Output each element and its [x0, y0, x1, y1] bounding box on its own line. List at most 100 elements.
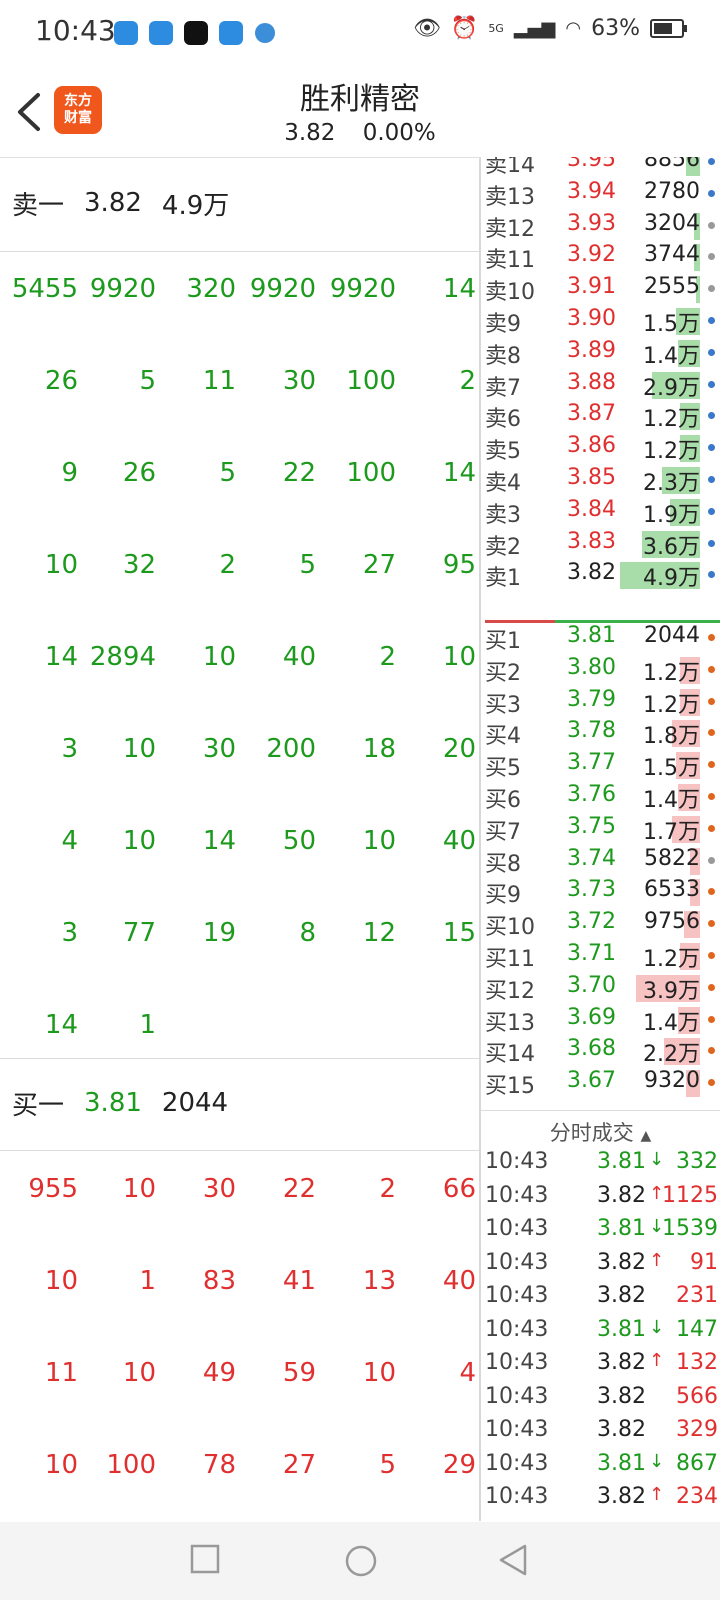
sells-level-row[interactable]: 卖5 3.86 1.2万 — [481, 433, 720, 464]
browser-icon — [255, 23, 275, 43]
trade-time: 10:43 — [485, 1216, 549, 1241]
sells-level-row[interactable]: 卖14 3.95 8856 — [481, 157, 720, 178]
sells-level-row[interactable]: 卖9 3.90 1.5万 — [481, 306, 720, 337]
sells-level-row[interactable]: 卖7 3.88 2.9万 — [481, 370, 720, 401]
cloud-app-icon — [149, 21, 173, 45]
order-dot-icon — [708, 761, 715, 769]
trade-price: 3.81 — [597, 1316, 646, 1342]
caret-up-icon: ▲ — [640, 1128, 652, 1144]
buys-level-row[interactable]: 买13 3.69 1.4万 — [481, 1005, 720, 1036]
buys-level-row[interactable]: 买1 3.81 2044 — [481, 623, 720, 654]
sells-level-price: 3.93 — [567, 210, 616, 236]
tick-trades[interactable]: 分时成交 ▲ 10:43 3.81 ↓ 332 10:43 3.82 ↑ 1125 10:43 3… — [481, 1110, 720, 1521]
sells-level-row[interactable]: 卖12 3.93 3204 — [481, 211, 720, 242]
sells-level-label: 卖4 — [485, 471, 521, 496]
sell-queue-row: 3 10 30 200 18 20 — [0, 734, 479, 774]
sells-level-row[interactable]: 卖8 3.89 1.4万 — [481, 338, 720, 369]
trade-volume: 867 — [676, 1450, 718, 1476]
buys-level-row[interactable]: 买12 3.70 3.9万 — [481, 973, 720, 1004]
order-dot-icon — [708, 158, 715, 165]
sell-order-size: 50 — [282, 826, 316, 856]
trade-row: 10:43 3.82 ↑ 1125 — [485, 1183, 720, 1213]
back-nav-icon[interactable] — [498, 1544, 528, 1576]
queue-panel[interactable]: 卖一 3.82 4.9万 5455 9920 320 9920 9920 14 26 5 11 3… — [0, 157, 481, 1521]
trade-volume: 91 — [690, 1249, 718, 1275]
order-dot-icon — [708, 476, 715, 483]
alarm-icon: ⏰ — [450, 16, 479, 41]
order-dot-icon — [708, 729, 715, 737]
sells-level-row[interactable]: 卖6 3.87 1.2万 — [481, 401, 720, 432]
buy-order-size: 29 — [442, 1450, 476, 1480]
recents-icon[interactable] — [190, 1544, 220, 1574]
sell-order-size: 320 — [186, 274, 236, 304]
sells-level-row[interactable]: 卖2 3.83 3.6万 — [481, 529, 720, 560]
home-icon[interactable] — [344, 1544, 378, 1578]
trades-header[interactable]: 分时成交 ▲ — [481, 1117, 720, 1147]
buys-level-volume: 1.2万 — [643, 660, 700, 686]
trade-price: 3.82 — [597, 1350, 646, 1375]
tiktok-icon — [184, 21, 208, 45]
buy-order-size: 1 — [139, 1266, 156, 1296]
buys-level-row[interactable]: 买8 3.74 5822 — [481, 846, 720, 877]
arrow-up-icon: ↑ — [649, 1484, 665, 1505]
buys-level-row[interactable]: 买15 3.67 9320 — [481, 1068, 720, 1099]
sell-order-size: 14 — [442, 458, 476, 488]
buys-level-row[interactable]: 买9 3.73 6533 — [481, 877, 720, 908]
trade-row: 10:43 3.82 566 — [485, 1384, 720, 1414]
sells-level-row[interactable]: 卖11 3.92 3744 — [481, 242, 720, 273]
buy-order-size: 41 — [282, 1266, 316, 1296]
bid-ask-divider-red — [485, 620, 555, 623]
sell-queue-row: 4 10 14 50 10 40 — [0, 826, 479, 866]
buys-level-price: 3.71 — [567, 941, 616, 966]
sell-order-size: 19 — [202, 918, 236, 948]
trade-price: 3.82 — [597, 1417, 646, 1442]
buys-level-row[interactable]: 买7 3.75 1.7万 — [481, 814, 720, 845]
buys-level-volume: 2044 — [644, 623, 700, 648]
trade-time: 10:43 — [485, 1249, 549, 1275]
sells-level-row[interactable]: 卖1 3.82 4.9万 — [481, 560, 720, 591]
buys-level-row[interactable]: 买11 3.71 1.2万 — [481, 941, 720, 972]
sells-level-row[interactable]: 卖10 3.91 2555 — [481, 274, 720, 305]
buys-level-label: 买8 — [485, 851, 521, 877]
sells-level-price: 3.87 — [567, 401, 616, 427]
sell-order-size: 30 — [282, 366, 316, 396]
buys-level-row[interactable]: 买2 3.80 1.2万 — [481, 655, 720, 686]
sell-order-size: 10 — [44, 550, 78, 580]
buy-order-size: 27 — [282, 1450, 316, 1480]
buys-level-label: 买4 — [485, 724, 521, 750]
sells-level-row[interactable]: 卖13 3.94 2780 — [481, 179, 720, 210]
order-dot-icon — [708, 983, 715, 991]
buys-level-volume: 1.7万 — [643, 819, 700, 845]
trade-price: 3.82 — [597, 1484, 646, 1509]
buys-level-volume: 9756 — [644, 909, 700, 935]
message-icon — [219, 21, 243, 45]
buys-level-row[interactable]: 买5 3.77 1.5万 — [481, 750, 720, 781]
order-book[interactable]: 卖14 3.95 8856 卖13 3.94 2780 卖12 3.93 3204 卖11 3.92… — [481, 157, 720, 1107]
sells-level-label: 卖12 — [485, 216, 535, 242]
arrow-down-icon: ↓ — [649, 1450, 665, 1472]
trade-price: 3.82 — [597, 1283, 646, 1308]
sell-queue-row: 9 26 5 22 100 14 — [0, 458, 479, 498]
sells-level-price: 3.88 — [567, 369, 616, 395]
sells-level-row[interactable]: 卖4 3.85 2.3万 — [481, 465, 720, 496]
cloud-app-icon — [114, 21, 138, 45]
sell-order-size: 2 — [459, 366, 476, 396]
buys-level-row[interactable]: 买4 3.78 1.8万 — [481, 718, 720, 749]
buys-level-label: 买14 — [485, 1042, 535, 1068]
buys-level-row[interactable]: 买14 3.68 2.2万 — [481, 1036, 720, 1067]
buys-level-row[interactable]: 买6 3.76 1.4万 — [481, 782, 720, 813]
sell-order-size: 12 — [362, 918, 396, 948]
sells-level-price: 3.84 — [567, 496, 616, 522]
buy-order-size: 13 — [362, 1266, 396, 1296]
buys-level-row[interactable]: 买10 3.72 9756 — [481, 909, 720, 940]
buys-level-row[interactable]: 买3 3.79 1.2万 — [481, 687, 720, 718]
buys-level-label: 买7 — [485, 819, 521, 845]
order-dot-icon — [708, 348, 715, 356]
sell-queue-row: 14 1 — [0, 1010, 479, 1050]
sells-level-label: 卖1 — [485, 566, 521, 592]
sell-order-size: 10 — [122, 734, 156, 764]
sells-level-row[interactable]: 卖3 3.84 1.9万 — [481, 497, 720, 528]
buy-order-size: 10 — [122, 1358, 156, 1388]
sell-order-size: 14 — [44, 1010, 78, 1040]
divider — [0, 1150, 479, 1151]
